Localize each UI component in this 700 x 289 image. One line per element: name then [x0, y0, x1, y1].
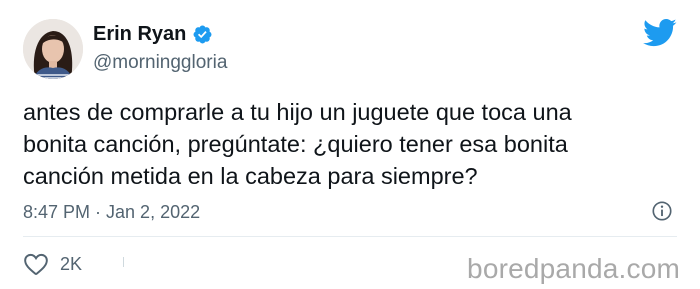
heart-icon[interactable]	[23, 252, 49, 276]
author-name-row[interactable]: Erin Ryan	[93, 22, 213, 46]
tweet-timestamp[interactable]: 8:47 PM · Jan 2, 2022	[23, 200, 200, 224]
tweet-text: antes de comprarle a tu hijo un juguete …	[23, 99, 572, 189]
info-icon[interactable]	[651, 200, 673, 222]
verified-badge-icon	[193, 25, 212, 43]
like-count: 2K	[60, 254, 83, 274]
like-action[interactable]: 2K	[23, 252, 82, 276]
author-handle[interactable]: @morninggloria	[93, 51, 227, 75]
avatar[interactable]	[23, 19, 83, 79]
action-separator	[123, 257, 124, 267]
author-name[interactable]: Erin Ryan	[93, 22, 186, 46]
avatar-image	[23, 19, 83, 79]
divider	[23, 236, 677, 237]
watermark: boredpanda.com	[467, 253, 680, 284]
twitter-bird-icon[interactable]	[643, 18, 677, 48]
